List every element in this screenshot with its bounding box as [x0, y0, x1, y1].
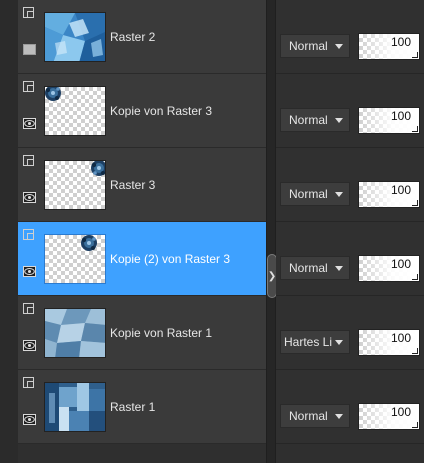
- visibility-hidden-icon[interactable]: [23, 44, 36, 55]
- resize-corner-icon: [412, 274, 418, 280]
- layer-row-raster-1[interactable]: Raster 1: [18, 370, 266, 444]
- eye-icon[interactable]: [23, 266, 36, 277]
- opacity-field[interactable]: 100: [358, 403, 420, 430]
- layer-thumbnail[interactable]: [44, 160, 106, 210]
- layer-thumbnail[interactable]: [44, 234, 106, 284]
- layer-group-icon[interactable]: [23, 81, 34, 92]
- layer-row-raster-2[interactable]: Raster 2: [18, 0, 266, 74]
- opacity-value: 100: [390, 257, 411, 271]
- blend-mode-value: Normal: [289, 113, 328, 127]
- vertical-scrollbar[interactable]: [266, 0, 276, 463]
- layer-row-raster-3[interactable]: Raster 3: [18, 148, 266, 222]
- opacity-field[interactable]: 100: [358, 255, 420, 282]
- layer-properties-row: Normal 100: [276, 74, 424, 148]
- dropdown-arrow-icon: [335, 43, 343, 49]
- layer-thumbnail[interactable]: [44, 86, 106, 136]
- panel-edge: [0, 0, 18, 463]
- layer-list: Raster 2 Kopie von Raster 3 Raster 3 Kop…: [18, 0, 266, 444]
- layer-properties-row: Normal 100: [276, 0, 424, 74]
- layer-properties-row: Normal 100: [276, 148, 424, 222]
- blend-mode-value: Hartes Licht: [284, 335, 332, 349]
- dropdown-arrow-icon: [335, 265, 343, 271]
- opacity-value: 100: [390, 109, 411, 123]
- opacity-value: 100: [390, 183, 411, 197]
- resize-corner-icon: [412, 200, 418, 206]
- eye-icon[interactable]: [23, 118, 36, 129]
- blend-mode-dropdown[interactable]: Normal: [280, 404, 350, 428]
- blend-mode-dropdown[interactable]: Hartes Licht: [280, 330, 350, 354]
- layer-properties-row: Normal 100: [276, 370, 424, 444]
- layer-group-icon[interactable]: [23, 7, 34, 18]
- opacity-value: 100: [390, 331, 411, 345]
- layer-name: Kopie von Raster 3: [110, 104, 213, 118]
- opacity-field[interactable]: 100: [358, 107, 420, 134]
- layer-name: Raster 1: [110, 400, 156, 414]
- layer-group-icon[interactable]: [23, 229, 34, 240]
- blend-mode-dropdown[interactable]: Normal: [280, 256, 350, 280]
- blend-mode-value: Normal: [289, 39, 328, 53]
- blend-mode-value: Normal: [289, 261, 328, 275]
- layer-group-icon[interactable]: [23, 377, 34, 388]
- layer-properties-column: Normal 100 Normal 100 Normal 100 Normal …: [276, 0, 424, 444]
- opacity-field[interactable]: 100: [358, 329, 420, 356]
- eye-icon[interactable]: [23, 192, 36, 203]
- layer-group-icon[interactable]: [23, 303, 34, 314]
- dropdown-arrow-icon: [335, 191, 343, 197]
- layer-thumbnail[interactable]: [44, 12, 106, 62]
- dropdown-arrow-icon: [335, 117, 343, 123]
- layers-panel: Raster 2 Kopie von Raster 3 Raster 3 Kop…: [0, 0, 424, 463]
- layer-row-kopie-von-raster-1[interactable]: Kopie von Raster 1: [18, 296, 266, 370]
- chevron-right-icon: ❯: [267, 270, 277, 282]
- opacity-field[interactable]: 100: [358, 181, 420, 208]
- blend-mode-dropdown[interactable]: Normal: [280, 34, 350, 58]
- layer-properties-row: Hartes Licht 100: [276, 296, 424, 370]
- layer-row-kopie-von-raster-3[interactable]: Kopie von Raster 3: [18, 74, 266, 148]
- layer-thumbnail[interactable]: [44, 308, 106, 358]
- eye-icon[interactable]: [23, 340, 36, 351]
- layer-name: Kopie (2) von Raster 3: [110, 252, 231, 266]
- resize-corner-icon: [412, 52, 418, 58]
- layer-group-icon[interactable]: [23, 155, 34, 166]
- layer-name: Kopie von Raster 1: [110, 326, 213, 340]
- opacity-field[interactable]: 100: [358, 33, 420, 60]
- layer-row-kopie-2-von-raster-3[interactable]: Kopie (2) von Raster 3: [18, 222, 266, 296]
- layer-thumbnail[interactable]: [44, 382, 106, 432]
- layer-name: Raster 2: [110, 30, 156, 44]
- blend-mode-value: Normal: [289, 409, 328, 423]
- blend-mode-dropdown[interactable]: Normal: [280, 108, 350, 132]
- opacity-value: 100: [390, 405, 411, 419]
- blend-mode-value: Normal: [289, 187, 328, 201]
- eye-icon[interactable]: [23, 414, 36, 425]
- resize-corner-icon: [412, 126, 418, 132]
- layer-name: Raster 3: [110, 178, 156, 192]
- opacity-value: 100: [390, 35, 411, 49]
- dropdown-arrow-icon: [335, 413, 343, 419]
- layer-properties-row: Normal 100: [276, 222, 424, 296]
- scrollbar-thumb[interactable]: [267, 0, 275, 463]
- resize-corner-icon: [412, 422, 418, 428]
- blend-mode-dropdown[interactable]: Normal: [280, 182, 350, 206]
- resize-corner-icon: [412, 348, 418, 354]
- dropdown-arrow-icon: [335, 339, 343, 345]
